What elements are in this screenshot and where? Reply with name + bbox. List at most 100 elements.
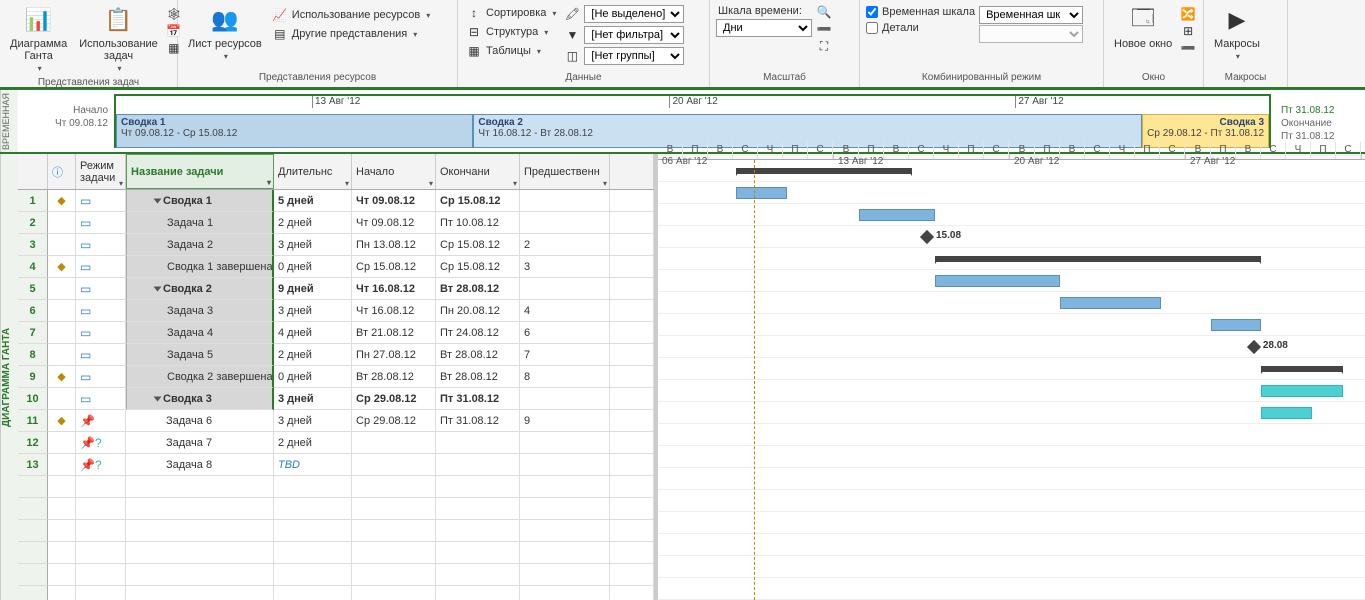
switch-window-icon[interactable]: 🔀 — [1180, 6, 1196, 22]
row-id[interactable]: 3 — [18, 234, 48, 256]
duration-cell[interactable]: 4 дней — [274, 322, 352, 344]
mode-cell[interactable]: ▭ — [76, 190, 126, 212]
mode-cell[interactable]: ▭ — [76, 256, 126, 278]
mode-cell[interactable]: 📌? — [76, 454, 126, 476]
table-row[interactable]: 4◆▭Сводка 1 завершена0 днейСр 15.08.12Ср… — [18, 256, 654, 278]
name-cell[interactable]: Задача 7 — [126, 432, 274, 454]
table-row[interactable]: 13📌?Задача 8TBD — [18, 454, 654, 476]
mode-cell[interactable]: 📌? — [76, 432, 126, 454]
start-cell[interactable]: Вт 28.08.12 — [352, 366, 436, 388]
timeline-bar-1[interactable]: Сводка 1Чт 09.08.12 - Ср 15.08.12 — [116, 114, 473, 148]
timeline-track[interactable]: 13 Авг '12 20 Авг '12 27 Авг '12 Сводка … — [114, 94, 1271, 148]
table-row[interactable]: 11◆📌Задача 63 днейСр 29.08.12Пт 31.08.12… — [18, 410, 654, 432]
finish-cell[interactable]: Пт 24.08.12 — [436, 322, 520, 344]
pred-cell[interactable] — [520, 190, 610, 212]
pred-cell[interactable]: 6 — [520, 322, 610, 344]
table-row[interactable]: 5▭Сводка 29 днейЧт 16.08.12Вт 28.08.12 — [18, 278, 654, 300]
start-cell[interactable]: Чт 09.08.12 — [352, 190, 436, 212]
mode-cell[interactable]: ▭ — [76, 388, 126, 410]
table-row-empty[interactable] — [18, 542, 654, 564]
group-select[interactable]: [Нет группы] — [584, 47, 684, 65]
name-cell[interactable]: Задача 6 — [126, 410, 274, 432]
timeline-checkbox[interactable]: Временная шкала — [866, 6, 975, 18]
summary-bar[interactable] — [736, 168, 912, 174]
zoom-icon[interactable]: 🔍 — [816, 4, 832, 20]
mode-cell[interactable]: ▭ — [76, 300, 126, 322]
name-cell[interactable]: Сводка 1 завершена — [126, 256, 274, 278]
duration-cell[interactable]: 3 дней — [274, 300, 352, 322]
duration-cell[interactable]: 0 дней — [274, 256, 352, 278]
macros-button[interactable]: ▶ Макросы▾ — [1210, 2, 1264, 63]
mode-cell[interactable]: ▭ — [76, 234, 126, 256]
task-bar[interactable] — [859, 209, 934, 221]
table-row[interactable]: 1◆▭Сводка 15 днейЧт 09.08.12Ср 15.08.12 — [18, 190, 654, 212]
pred-cell[interactable] — [520, 454, 610, 476]
col-start[interactable]: Начало▾ — [352, 154, 436, 189]
resource-sheet-button[interactable]: 👥 Лист ресурсов▾ — [184, 2, 266, 63]
row-id[interactable]: 11 — [18, 410, 48, 432]
duration-cell[interactable]: 2 дней — [274, 212, 352, 234]
task-bar[interactable] — [736, 187, 786, 199]
task-bar[interactable] — [935, 275, 1061, 287]
table-row[interactable]: 7▭Задача 44 днейВт 21.08.12Пт 24.08.126 — [18, 322, 654, 344]
finish-cell[interactable]: Вт 28.08.12 — [436, 278, 520, 300]
table-row-empty[interactable] — [18, 498, 654, 520]
pred-cell[interactable] — [520, 388, 610, 410]
task-bar[interactable] — [1211, 319, 1261, 331]
pred-cell[interactable]: 8 — [520, 366, 610, 388]
duration-cell[interactable]: 0 дней — [274, 366, 352, 388]
sort-button[interactable]: ↕Сортировка▾ — [464, 4, 558, 22]
col-extra[interactable] — [610, 154, 654, 189]
row-id[interactable]: 5 — [18, 278, 48, 300]
name-cell[interactable]: Задача 5 — [126, 344, 274, 366]
name-cell[interactable]: Задача 8 — [126, 454, 274, 476]
duration-cell[interactable]: 9 дней — [274, 278, 352, 300]
name-cell[interactable]: Сводка 1 — [126, 190, 274, 212]
row-id[interactable]: 6 — [18, 300, 48, 322]
start-cell[interactable]: Ср 29.08.12 — [352, 388, 436, 410]
pred-cell[interactable]: 7 — [520, 344, 610, 366]
milestone-marker[interactable] — [920, 230, 934, 244]
col-info[interactable]: ⓘ — [48, 154, 76, 189]
name-cell[interactable]: Сводка 3 — [126, 388, 274, 410]
table-row[interactable]: 10 ▭Сводка 33 днейСр 29.08.12Пт 31.08.12 — [18, 388, 654, 410]
row-id[interactable]: 12 — [18, 432, 48, 454]
task-bar[interactable] — [1261, 385, 1342, 397]
highlight-select[interactable]: [Не выделено] — [584, 5, 684, 23]
finish-cell[interactable]: Ср 15.08.12 — [436, 256, 520, 278]
duration-cell[interactable]: 3 дней — [274, 388, 352, 410]
outline-button[interactable]: ⊟Структура▾ — [464, 23, 558, 41]
mode-cell[interactable]: ▭ — [76, 366, 126, 388]
mode-cell[interactable]: ▭ — [76, 344, 126, 366]
table-row[interactable]: 6▭Задача 33 днейЧт 16.08.12Пн 20.08.124 — [18, 300, 654, 322]
row-id[interactable]: 2 — [18, 212, 48, 234]
summary-bar[interactable] — [935, 256, 1262, 262]
finish-cell[interactable]: Пт 31.08.12 — [436, 388, 520, 410]
finish-cell[interactable]: Пт 31.08.12 — [436, 410, 520, 432]
duration-cell[interactable]: 2 дней — [274, 344, 352, 366]
finish-cell[interactable]: Пт 10.08.12 — [436, 212, 520, 234]
filter-filter[interactable]: ▼[Нет фильтра] — [562, 25, 686, 45]
start-cell[interactable]: Ср 15.08.12 — [352, 256, 436, 278]
start-cell[interactable]: Пн 27.08.12 — [352, 344, 436, 366]
table-row[interactable]: 8▭Задача 52 днейПн 27.08.12Вт 28.08.127 — [18, 344, 654, 366]
start-cell[interactable]: Чт 09.08.12 — [352, 212, 436, 234]
table-row[interactable]: 12📌?Задача 72 дней — [18, 432, 654, 454]
pred-cell[interactable]: 4 — [520, 300, 610, 322]
new-window-button[interactable]: 🗔 Новое окно — [1110, 2, 1176, 52]
details-checkbox[interactable]: Детали — [866, 22, 975, 34]
name-cell[interactable]: Задача 2 — [126, 234, 274, 256]
timeline-combo[interactable]: Временная шк — [979, 6, 1083, 24]
hide-icon[interactable]: ➖ — [1180, 40, 1196, 56]
table-row[interactable]: 9◆▭Сводка 2 завершена0 днейВт 28.08.12Вт… — [18, 366, 654, 388]
pred-cell[interactable]: 3 — [520, 256, 610, 278]
other-views-button[interactable]: ▤Другие представления▾ — [270, 25, 433, 43]
mode-cell[interactable]: ▭ — [76, 322, 126, 344]
gantt-body[interactable]: 15.0828.08 — [658, 160, 1365, 600]
start-cell[interactable] — [352, 454, 436, 476]
table-row-empty[interactable] — [18, 520, 654, 542]
row-id[interactable]: 10 — [18, 388, 48, 410]
duration-cell[interactable]: TBD — [274, 454, 352, 476]
finish-cell[interactable] — [436, 454, 520, 476]
row-id[interactable]: 8 — [18, 344, 48, 366]
